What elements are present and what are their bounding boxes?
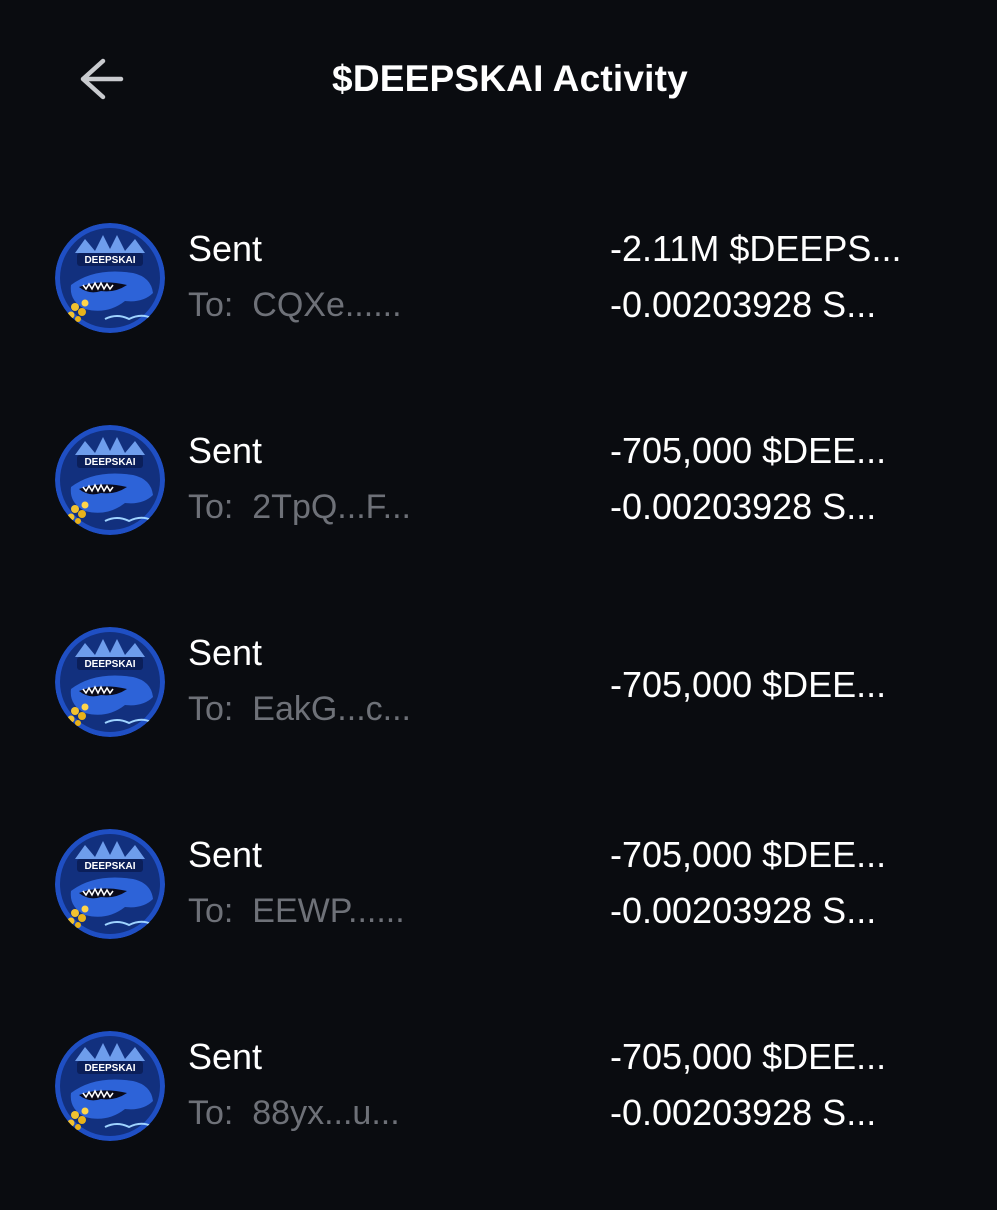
token-amount: -705,000 $DEE...: [610, 664, 887, 705]
fee-amount: -0.00203928 S...: [610, 1092, 877, 1133]
token-avatar: DEEPSKAI: [55, 425, 165, 535]
token-amount: -705,000 $DEE...: [610, 834, 887, 875]
to-label: To:: [188, 286, 234, 324]
fee-amount: -0.00203928 S...: [610, 890, 877, 931]
activity-row-4[interactable]: DEEPSKAI Sent To: EEWP...... -705,000 $D…: [0, 806, 997, 1008]
address-text: 88yx...u...: [252, 1094, 400, 1132]
svg-text:DEEPSKAI: DEEPSKAI: [84, 1063, 135, 1074]
to-label: To:: [188, 1094, 234, 1132]
activity-type: Sent: [188, 228, 263, 269]
token-avatar: DEEPSKAI: [55, 1031, 165, 1141]
to-label: To:: [188, 690, 234, 728]
deepskai-logo-icon: DEEPSKAI: [55, 223, 165, 333]
fee-amount: -0.00203928 S...: [610, 284, 877, 325]
header: $DEEPSKAI Activity: [0, 0, 997, 160]
deepskai-logo-icon: DEEPSKAI: [55, 627, 165, 737]
recipient-address: To: EakG...c...: [188, 686, 411, 732]
token-amount: -705,000 $DEE...: [610, 1036, 887, 1077]
activity-type: Sent: [188, 632, 263, 673]
activity-type: Sent: [188, 430, 263, 471]
svg-text:DEEPSKAI: DEEPSKAI: [84, 457, 135, 468]
deepskai-logo-icon: DEEPSKAI: [55, 425, 165, 535]
activity-list: DEEPSKAI Sent To: CQXe...... -2.11M $DEE…: [0, 200, 997, 1210]
recipient-address: To: 88yx...u...: [188, 1090, 400, 1136]
token-avatar: DEEPSKAI: [55, 627, 165, 737]
fee-amount: -0.00203928 S...: [610, 486, 877, 527]
token-amount: -705,000 $DEE...: [610, 430, 887, 471]
to-label: To:: [188, 892, 234, 930]
recipient-address: To: 2TpQ...F...: [188, 484, 411, 530]
token-avatar: DEEPSKAI: [55, 223, 165, 333]
address-text: 2TpQ...F...: [252, 488, 411, 526]
svg-text:DEEPSKAI: DEEPSKAI: [84, 861, 135, 872]
recipient-address: To: EEWP......: [188, 888, 405, 934]
address-text: EEWP......: [252, 892, 405, 930]
activity-row-1[interactable]: DEEPSKAI Sent To: CQXe...... -2.11M $DEE…: [0, 200, 997, 402]
address-text: EakG...c...: [252, 690, 411, 728]
svg-text:DEEPSKAI: DEEPSKAI: [84, 659, 135, 670]
token-amount: -2.11M $DEEPS...: [610, 228, 902, 269]
page-title: $DEEPSKAI Activity: [332, 58, 688, 99]
address-text: CQXe......: [252, 286, 402, 324]
activity-row-3[interactable]: DEEPSKAI Sent To: EakG...c... -705,000 $…: [0, 604, 997, 806]
token-avatar: DEEPSKAI: [55, 829, 165, 939]
recipient-address: To: CQXe......: [188, 282, 402, 328]
deepskai-logo-icon: DEEPSKAI: [55, 829, 165, 939]
activity-row-2[interactable]: DEEPSKAI Sent To: 2TpQ...F... -705,000 $…: [0, 402, 997, 604]
activity-type: Sent: [188, 834, 263, 875]
activity-row-5[interactable]: DEEPSKAI Sent To: 88yx...u... -705,000 $…: [0, 1008, 997, 1210]
svg-text:DEEPSKAI: DEEPSKAI: [84, 255, 135, 266]
to-label: To:: [188, 488, 234, 526]
deepskai-logo-icon: DEEPSKAI: [55, 1031, 165, 1141]
activity-type: Sent: [188, 1036, 263, 1077]
